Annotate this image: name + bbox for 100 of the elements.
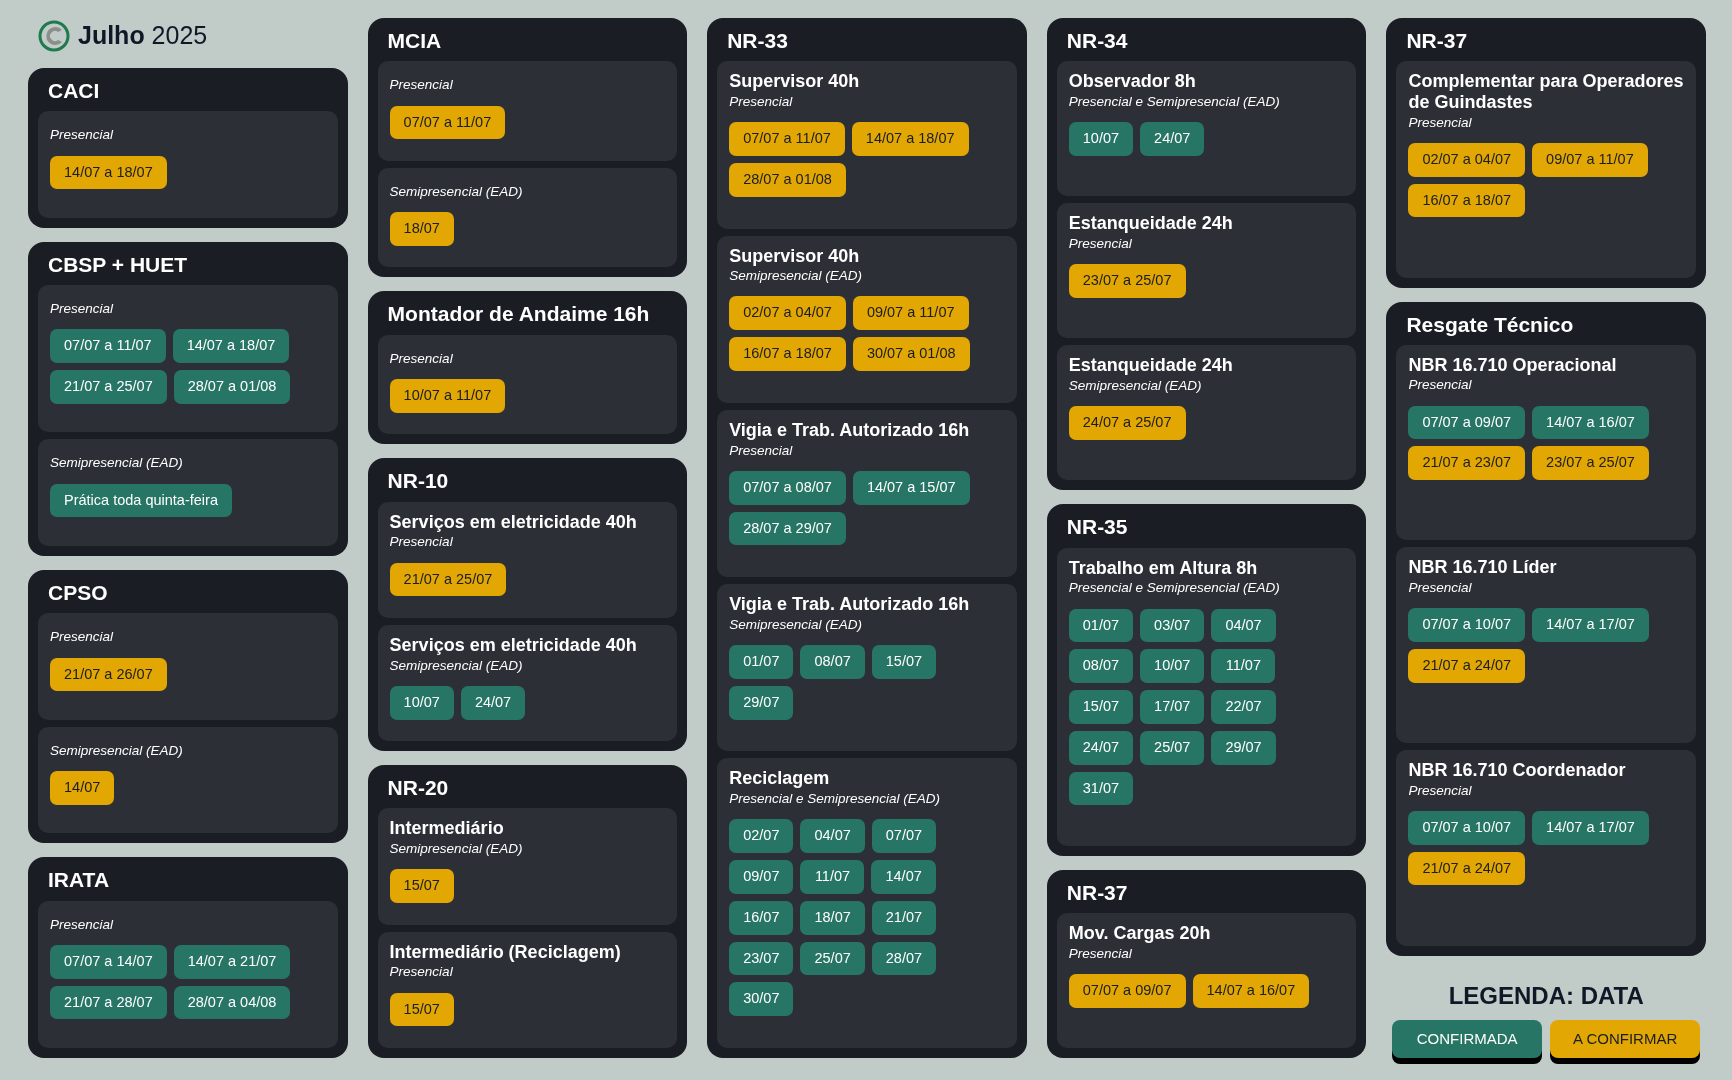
date-chip: 07/07 a 10/07 — [1408, 810, 1526, 845]
date-chip: 07/07 a 11/07 — [50, 329, 166, 364]
date-chip: 10/07 a 11/07 — [389, 378, 506, 413]
date-chip: 01/07 — [1068, 608, 1134, 643]
card-title: MCIA — [386, 28, 443, 54]
date-chip: 21/07 a 28/07 — [50, 985, 167, 1020]
date-chip: 07/07 a 11/07 — [729, 122, 845, 156]
date-chip: 25/07 — [1140, 730, 1205, 765]
course-mode: Presencial e Semipresencial (EAD) — [1068, 579, 1281, 598]
date-chip: 09/07 a 11/07 — [852, 296, 969, 331]
date-chip: 10/07 — [389, 685, 454, 720]
date-chip: 07/07 a 11/07 — [389, 105, 506, 140]
course-mode: Presencial — [1408, 113, 1473, 132]
date-chip: 07/07 a 09/07 — [1068, 973, 1186, 1008]
course-mode: Presencial — [50, 300, 115, 319]
date-chip: 15/07 — [389, 869, 454, 904]
course-name: Intermediário (Reciclagem) — [389, 941, 622, 963]
course-mode: Semipresencial (EAD) — [389, 182, 524, 201]
date-chip: 15/07 — [1068, 690, 1134, 724]
date-chip: 28/07 — [871, 941, 937, 976]
date-chip: 21/07 a 25/07 — [50, 370, 167, 404]
date-chip: 28/07 a 04/08 — [173, 985, 291, 1020]
date-chip: 10/07 — [1068, 122, 1134, 156]
course-mode: Presencial — [1408, 376, 1473, 395]
date-chip: 24/07 — [460, 685, 526, 720]
date-chip: 21/07 a 26/07 — [50, 657, 167, 692]
date-chip: 04/07 — [1211, 608, 1276, 643]
course-name: NBR 16.710 Operacional — [1408, 354, 1618, 376]
date-chip: 07/07 a 14/07 — [50, 944, 167, 979]
date-chip: 04/07 — [800, 819, 865, 854]
card-title: NR-10 — [386, 468, 450, 495]
date-chip: 21/07 a 24/07 — [1408, 649, 1526, 683]
date-chip: 31/07 — [1068, 771, 1134, 806]
date-chip: 17/07 — [1140, 690, 1205, 724]
date-chip: 09/07 — [729, 860, 794, 894]
date-chip: 14/07 a 15/07 — [852, 470, 970, 505]
date-chip: 22/07 — [1211, 690, 1276, 724]
course-mode: Presencial — [389, 533, 454, 552]
date-chip: 29/07 — [729, 685, 794, 720]
course-mode: Semipresencial (EAD) — [729, 615, 863, 634]
date-chip: 30/07 — [729, 982, 794, 1017]
course-mode: Semipresencial (EAD) — [50, 454, 184, 473]
course-name: Mov. Cargas 20h — [1068, 922, 1212, 944]
date-chip: 21/07 a 24/07 — [1408, 851, 1526, 886]
course-name: Estanqueidade 24h — [1068, 355, 1234, 377]
date-chip: 01/07 — [729, 645, 794, 679]
course-name: Observador 8h — [1068, 71, 1197, 92]
course-name: Serviços em eletricidade 40h — [389, 511, 638, 533]
date-chip: 24/07 a 25/07 — [1068, 406, 1186, 441]
course-mode: Presencial — [50, 915, 115, 934]
date-chip: 28/07 a 01/08 — [173, 370, 291, 404]
date-chip: 24/07 — [1140, 122, 1205, 156]
date-chip: 14/07 a 18/07 — [50, 155, 167, 190]
date-chip: 23/07 a 25/07 — [1068, 264, 1186, 298]
course-mode: Presencial — [50, 126, 115, 145]
course-mode: Semipresencial (EAD) — [729, 267, 863, 286]
date-chip: 14/07 a 21/07 — [173, 944, 291, 979]
date-chip: 09/07 a 11/07 — [1532, 142, 1648, 177]
course-name: Serviços em eletricidade 40h — [389, 634, 638, 656]
course-name: NBR 16.710 Líder — [1408, 557, 1558, 579]
date-chip: 11/07 — [800, 860, 865, 894]
course-mode: Semipresencial (EAD) — [389, 840, 524, 859]
course-name: Supervisor 40h — [729, 71, 861, 92]
date-chip: 16/07 — [729, 900, 794, 935]
course-name: Reciclagem — [729, 768, 831, 790]
date-chip: 10/07 — [1140, 649, 1205, 684]
date-chip: 14/07 a 16/07 — [1192, 973, 1310, 1008]
course-mode: Semipresencial (EAD) — [1068, 377, 1203, 396]
course-mode: Presencial e Semipresencial (EAD) — [729, 790, 942, 809]
legend-title: LEGENDA: DATA — [1448, 980, 1644, 1011]
course-mode: Presencial — [729, 441, 794, 460]
course-mode: Presencial — [1408, 781, 1473, 800]
date-chip: 14/07 a 17/07 — [1532, 810, 1649, 845]
date-chip: 07/07 a 10/07 — [1408, 608, 1526, 643]
date-chip: 28/07 a 29/07 — [729, 511, 846, 546]
course-mode: Semipresencial (EAD) — [50, 741, 184, 760]
course-mode: Semipresencial (EAD) — [389, 656, 524, 675]
date-chip: 02/07 a 04/07 — [729, 296, 846, 331]
course-name: Intermediário — [389, 818, 505, 840]
date-chip: 15/07 — [871, 645, 937, 679]
date-chip: 03/07 — [1140, 608, 1205, 643]
date-chip: 07/07 — [871, 819, 937, 854]
date-chip: 16/07 a 18/07 — [729, 337, 846, 371]
date-chip: 16/07 a 18/07 — [1408, 183, 1526, 218]
date-chip: 08/07 — [1068, 649, 1134, 684]
card-title: Montador de Andaime 16h — [386, 301, 651, 328]
date-chip: 15/07 — [389, 992, 454, 1027]
date-chip: Prática toda quinta-feira — [50, 483, 232, 518]
date-chip: 30/07 a 01/08 — [852, 337, 970, 371]
date-chip: 23/07 — [729, 941, 794, 976]
date-chip: 07/07 a 08/07 — [729, 470, 846, 505]
page-title: Julho 2025 — [78, 20, 208, 52]
course-name: Vigia e Trab. Autorizado 16h — [729, 419, 971, 441]
course-name: Supervisor 40h — [729, 245, 861, 267]
course-mode: Presencial — [389, 963, 454, 982]
card-title: NR-37 — [1065, 879, 1129, 906]
course-mode: Presencial — [1408, 579, 1473, 598]
date-chip: 24/07 — [1068, 730, 1134, 765]
course-mode: Presencial — [1068, 235, 1133, 253]
course-mode: Presencial — [729, 92, 794, 111]
